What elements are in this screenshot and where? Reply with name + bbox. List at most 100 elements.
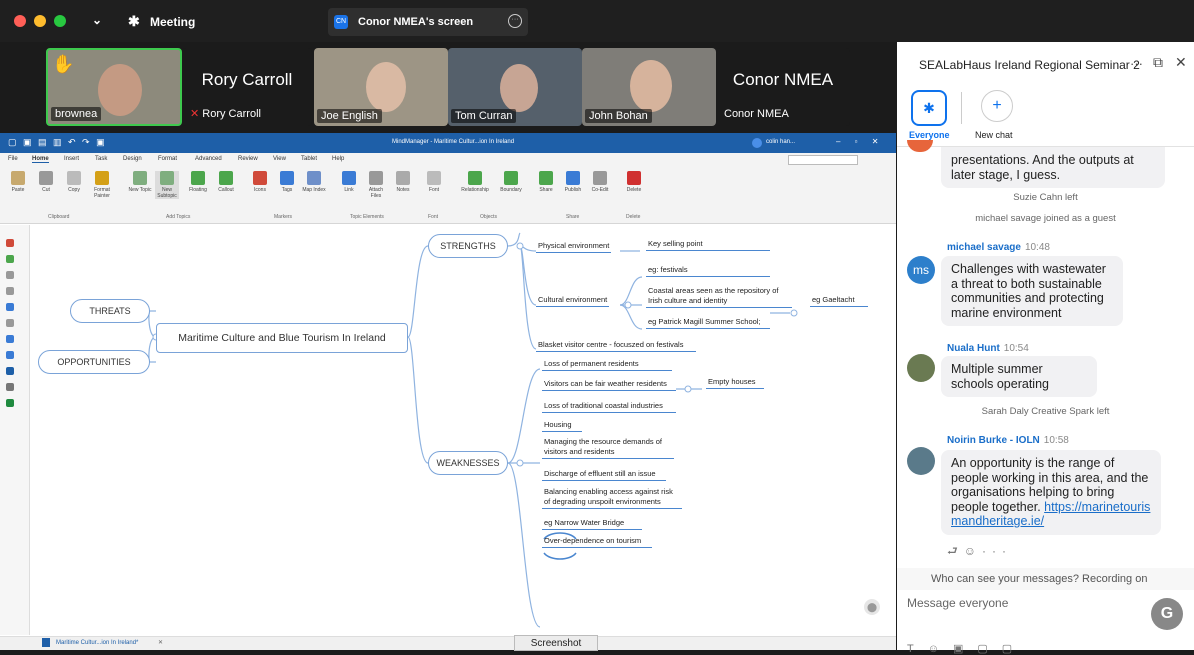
menu-help[interactable]: Help	[332, 156, 344, 162]
menu-format[interactable]: Format	[158, 156, 177, 162]
menu-home[interactable]: Home	[32, 156, 49, 163]
tool-icon[interactable]	[6, 303, 14, 311]
close-window-button[interactable]	[14, 15, 26, 27]
excel-icon[interactable]	[6, 399, 14, 407]
meeting-label[interactable]: Meeting	[150, 15, 195, 29]
tool-icon[interactable]	[6, 335, 14, 343]
subtopic[interactable]: eg Patrick Magill Summer School;	[646, 317, 770, 329]
tool-icon[interactable]	[6, 255, 14, 263]
tags-button[interactable]: Tags	[275, 171, 299, 193]
cut-button[interactable]: Cut	[34, 171, 58, 193]
outlook-icon[interactable]	[6, 367, 14, 375]
window-controls[interactable]: – ▫ ✕	[836, 137, 884, 146]
popout-icon[interactable]: ⧉	[1153, 54, 1163, 71]
more-options-icon[interactable]: ···	[508, 14, 522, 28]
topic-threats[interactable]: THREATS	[70, 299, 150, 323]
search-icon[interactable]	[6, 319, 14, 327]
subtopic[interactable]: Loss of traditional coastal industries	[542, 401, 676, 413]
close-icon[interactable]: ✕	[1175, 54, 1187, 71]
subtopic[interactable]: Blasket visitor centre - focuszed on fes…	[536, 340, 696, 352]
tab-new-chat[interactable]: New chat	[975, 130, 1013, 140]
recording-notice[interactable]: Who can see your messages? Recording on	[897, 568, 1194, 590]
message-actions[interactable]: ⮐☺···	[947, 542, 1012, 563]
tool-icon[interactable]	[6, 383, 14, 391]
menu-file[interactable]: File	[8, 156, 18, 162]
subtopic[interactable]: Loss of permanent residents	[542, 359, 672, 371]
new-topic-button[interactable]: New Topic	[128, 171, 152, 193]
copy-button[interactable]: Copy	[62, 171, 86, 193]
subtopic[interactable]: eg Narrow Water Bridge	[542, 518, 642, 530]
icons-button[interactable]: Icons	[248, 171, 272, 193]
tool-icon[interactable]	[6, 287, 14, 295]
tool-icon[interactable]	[6, 271, 14, 279]
topic-weaknesses[interactable]: WEAKNESSES	[428, 451, 508, 475]
subtopic[interactable]: eg: festivals	[646, 265, 770, 277]
menu-task[interactable]: Task	[95, 156, 107, 162]
link-button[interactable]: Link	[337, 171, 361, 193]
chat-input[interactable]: Message everyone	[907, 596, 1008, 610]
subtopic[interactable]: Coastal areas seen as the repository of …	[646, 286, 792, 308]
participant-tile[interactable]: Tom Curran	[448, 48, 582, 126]
notes-button[interactable]: Notes	[391, 171, 415, 193]
subtopic[interactable]: eg Gaeltacht	[810, 295, 868, 307]
menu-insert[interactable]: Insert	[64, 156, 79, 162]
map-canvas[interactable]: Maritime Culture and Blue Tourism In Ire…	[30, 225, 886, 635]
participant-tile[interactable]: Conor NMEA Conor NMEA	[716, 48, 850, 126]
tool-icon[interactable]	[6, 351, 14, 359]
subtopic[interactable]: Empty houses	[706, 377, 764, 389]
co-edit-button[interactable]: Co-Edit	[588, 171, 612, 193]
chevron-down-icon[interactable]: ⌄	[92, 13, 102, 27]
subtopic[interactable]: Visitors can be fair weather residents	[542, 379, 676, 391]
subtopic[interactable]: Balancing enabling access against risk o…	[542, 487, 682, 509]
paste-button[interactable]: Paste	[6, 171, 30, 193]
map-index-button[interactable]: Map Index	[302, 171, 326, 193]
subtopic[interactable]: Discharge of effluent still an issue	[542, 469, 666, 481]
subtopic[interactable]: Over-dependence on tourism	[542, 536, 652, 548]
publish-button[interactable]: Publish	[561, 171, 585, 193]
attach-files-button[interactable]: Attach Files	[364, 171, 388, 199]
more-icon[interactable]: ···	[1130, 56, 1143, 71]
participant-tile[interactable]: Rory Carroll ✕ Rory Carroll	[182, 48, 312, 126]
font-button[interactable]: Font	[422, 171, 446, 193]
location-icon[interactable]: ⬤	[864, 599, 880, 615]
central-topic[interactable]: Maritime Culture and Blue Tourism In Ire…	[156, 323, 408, 353]
chat-toolbar[interactable]: T☺▣▢▢	[907, 642, 1026, 655]
topic-strengths[interactable]: STRENGTHS	[428, 234, 508, 258]
delete-button[interactable]: Delete	[622, 171, 646, 193]
floating-button[interactable]: Floating	[186, 171, 210, 193]
subtopic[interactable]: Cultural environment	[536, 295, 610, 307]
tool-icon[interactable]	[6, 239, 14, 247]
participant-tile[interactable]: Joe English	[314, 48, 448, 126]
menu-tablet[interactable]: Tablet	[301, 156, 317, 162]
everyone-icon[interactable]: ✱	[911, 90, 947, 126]
zoom-window-button[interactable]	[54, 15, 66, 27]
participant-tile[interactable]: John Bohan	[582, 48, 716, 126]
menu-advanced[interactable]: Advanced	[195, 156, 222, 162]
topic-opportunities[interactable]: OPPORTUNITIES	[38, 350, 150, 374]
boundary-button[interactable]: Boundary	[496, 171, 526, 193]
menu-view[interactable]: View	[273, 156, 286, 162]
tab-everyone[interactable]: Everyone	[909, 130, 950, 140]
quick-access-toolbar[interactable]: ▢ ▣ ▤ ▥ ↶ ↷ ▣	[8, 137, 107, 148]
menu-design[interactable]: Design	[123, 156, 142, 162]
minimize-window-button[interactable]	[34, 15, 46, 27]
relationship-button[interactable]: Relationship	[458, 171, 492, 193]
subtopic[interactable]: Managing the resource demands of visitor…	[542, 437, 674, 459]
search-input[interactable]	[788, 155, 858, 165]
format-painter-button[interactable]: Format Painter	[90, 171, 114, 199]
menu-review[interactable]: Review	[238, 156, 258, 162]
participant-display-name: Rory Carroll	[201, 70, 293, 89]
share-tab[interactable]: CN Conor NMEA's screen ···	[328, 8, 528, 36]
new-subtopic-button[interactable]: New Subtopic	[155, 171, 179, 199]
grammarly-icon[interactable]: G	[1151, 598, 1183, 630]
subtopic[interactable]: Key selling point	[646, 239, 770, 251]
user-name[interactable]: colin han...	[766, 139, 795, 145]
close-tab-icon[interactable]: ✕	[158, 639, 163, 646]
participant-tile[interactable]: ✋ brownea	[46, 48, 182, 126]
new-chat-icon[interactable]: +	[981, 90, 1013, 122]
document-tab[interactable]: Maritime Cultur...ion In Ireland*	[56, 640, 138, 646]
subtopic[interactable]: Physical environment	[536, 241, 612, 253]
callout-button[interactable]: Callout	[214, 171, 238, 193]
subtopic[interactable]: Housing	[542, 420, 582, 432]
share-button[interactable]: Share	[534, 171, 558, 193]
